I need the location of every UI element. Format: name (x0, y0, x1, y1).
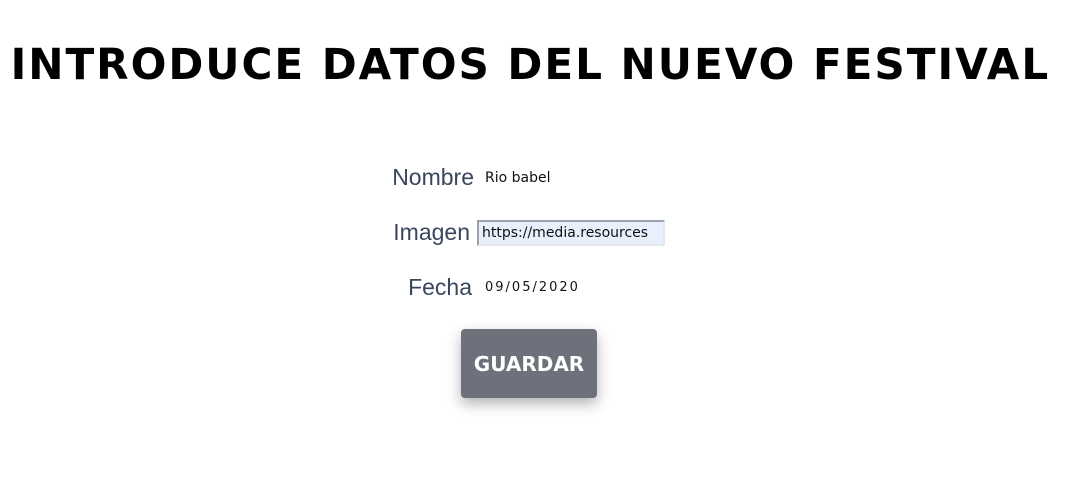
nombre-label: Nombre (392, 163, 474, 190)
nombre-field[interactable]: Rio babel (485, 170, 551, 186)
imagen-url-input[interactable] (477, 220, 665, 246)
label-wrap-fecha: Fecha (352, 270, 472, 304)
page: INTRODUCE DATOS DEL NUEVO FESTIVAL Nombr… (0, 0, 1076, 500)
label-wrap-nombre: Nombre (354, 160, 474, 194)
save-button[interactable]: GUARDAR (461, 329, 597, 398)
label-wrap-imagen: Imagen (350, 215, 470, 249)
fecha-date-field[interactable]: 09/05/2020 (485, 280, 580, 295)
page-title: INTRODUCE DATOS DEL NUEVO FESTIVAL (10, 40, 1051, 90)
fecha-label: Fecha (408, 273, 472, 300)
imagen-label: Imagen (393, 218, 470, 245)
